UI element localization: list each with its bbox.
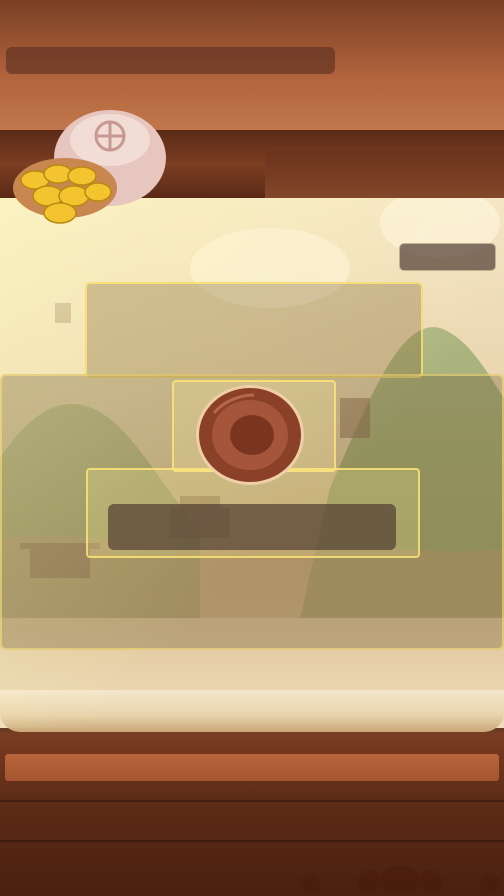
bottom-action-bar[interactable] xyxy=(5,754,499,781)
profile-card-upper xyxy=(85,282,423,378)
title-bar xyxy=(6,47,335,74)
floor-line xyxy=(0,800,504,802)
top-wood-beam-right xyxy=(265,150,504,198)
screen-root: { "colors": { "wood_dark": "#5e2c16", "w… xyxy=(0,0,504,896)
name-field[interactable] xyxy=(108,504,396,550)
bowl-avatar-icon[interactable] xyxy=(194,383,306,487)
floor-line xyxy=(0,840,504,842)
top-right-button[interactable] xyxy=(399,243,496,271)
cloud-ornament-icon xyxy=(300,866,500,894)
gold-ingot-bag-icon xyxy=(13,110,166,224)
scroll-bottom-roll xyxy=(0,690,504,732)
